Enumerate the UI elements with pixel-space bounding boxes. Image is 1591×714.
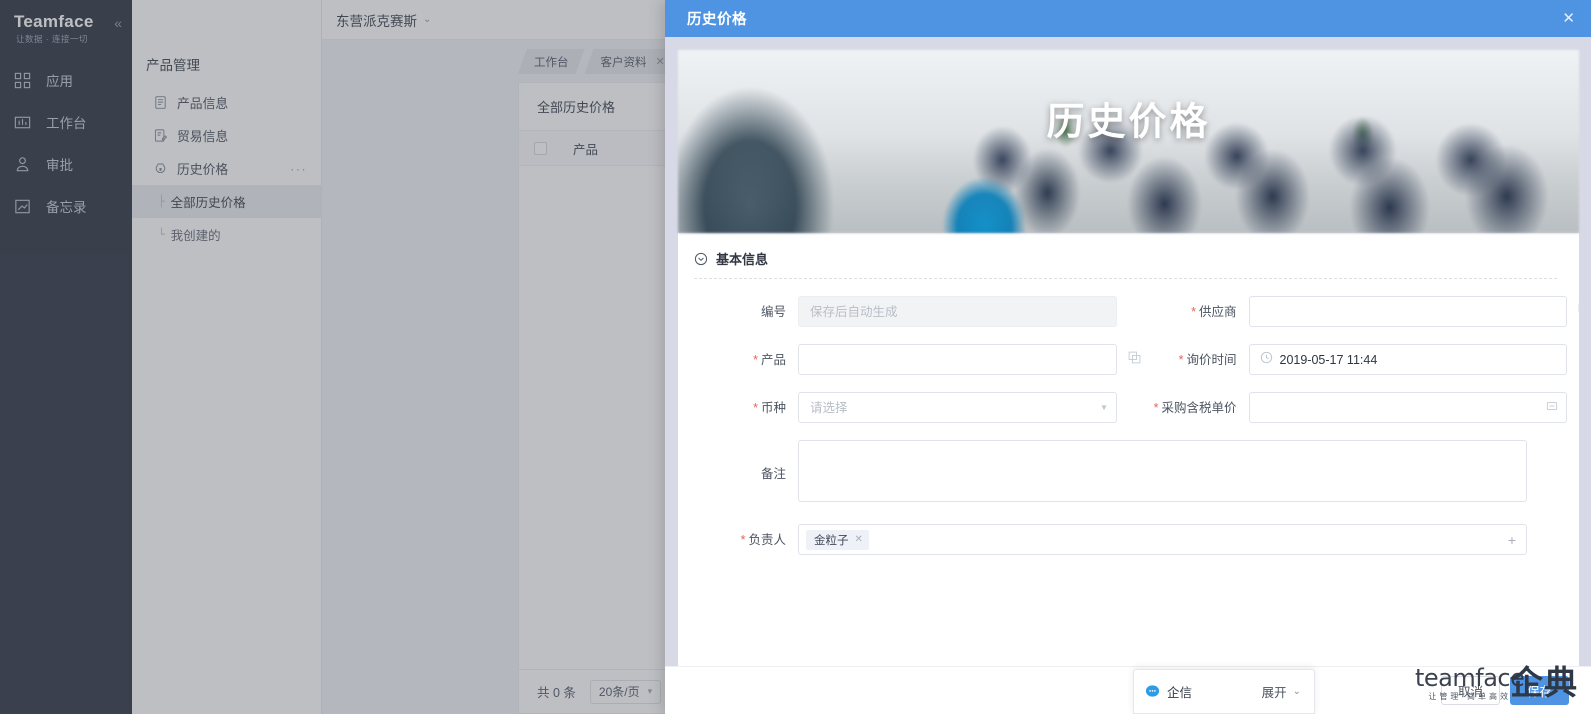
modal-footer: 取消 保存 [665,666,1591,714]
form-row-code-supplier: 编号 *供应商 [678,279,1579,327]
field-product: * 产品 [678,344,1140,375]
cancel-button[interactable]: 取消 [1440,676,1500,705]
banner-title: 历史价格 [1046,101,1211,143]
product-input[interactable] [798,344,1117,375]
chevron-down-icon: ⌄ [1292,686,1301,697]
owner-tag-label: 金粒子 [814,534,849,547]
supplier-input[interactable] [1248,296,1567,327]
link-record-icon[interactable] [1128,351,1141,369]
field-label-remark: 备注 [760,466,786,481]
remark-textarea[interactable] [798,440,1527,502]
modal-title: 历史价格 [687,12,747,28]
plus-icon[interactable]: + [1508,533,1516,547]
unit-price-input[interactable] [1248,392,1567,423]
modal-body: 历史价格 基本信息 编号 保存后自动生成 * 供应商 * 产品 * 询价时间 2… [665,37,1591,666]
inquiry-time-input[interactable] [1248,344,1567,375]
form-row-remark: 备注 [678,423,1579,507]
field-currency: *币种 ▾ [678,392,1129,423]
history-price-modal: 历史价格 ✕ 历史价格 基本信息 编号 保存后自动生成 * 供应商 * 产品 *… [665,0,1591,714]
section-label: 基本信息 [716,252,769,267]
chat-widget-label: 企信 [1167,686,1193,700]
chevron-circle-down-icon [694,252,708,266]
chevron-down-icon[interactable]: ▾ [1101,402,1106,413]
form-card: 基本信息 编号 *供应商 [678,233,1579,666]
required-marker: * [740,532,746,547]
chat-bubble-icon [1145,684,1160,699]
app-root: Teamface 让数据 · 连接一切 « 应用 工作台 审批 备忘录 产品管理… [0,0,1591,714]
close-icon[interactable]: ✕ [1562,11,1575,26]
required-marker: * [1191,304,1196,319]
qixin-chat-widget[interactable]: 企信 展开 ⌄ [1133,669,1315,714]
chat-expand-button[interactable]: 展开 ⌄ [1262,682,1301,701]
form-row-owner: * 负责人 金粒子 ✕ + [678,507,1579,555]
link-record-icon[interactable] [1578,303,1579,321]
modal-header: 历史价格 ✕ [665,0,1591,37]
field-owner: * 负责人 金粒子 ✕ + [678,524,1579,555]
chat-expand-label: 展开 [1261,686,1287,700]
field-code: 编号 [678,296,1129,327]
field-unit-price: * 采购含税单价 [1129,392,1580,423]
field-label-product: * 产品 [753,352,786,367]
owner-tag-input[interactable]: 金粒子 ✕ + [798,524,1527,555]
required-marker: * [1178,352,1184,367]
field-supplier: * 供应商 [1129,296,1579,327]
required-marker: * [1153,400,1159,415]
close-icon[interactable]: ✕ [855,534,863,545]
currency-select[interactable] [798,392,1117,423]
code-input [798,296,1117,327]
field-label-owner: * 负责人 [740,532,786,547]
field-remark: 备注 [678,440,1579,507]
chat-widget-left: 企信 [1145,682,1192,701]
field-label-unit-price: * 采购含税单价 [1153,400,1237,415]
field-label-inquiry-time: * 询价时间 [1178,352,1237,367]
clock-icon [1260,351,1273,369]
required-marker: * [753,400,758,415]
field-label-currency: * 币种 [753,400,786,415]
field-label-supplier: * 供应商 [1191,304,1237,319]
required-marker: * [753,352,758,367]
section-header-basic-info[interactable]: 基本信息 [678,233,1579,278]
form-row-currency-unitprice: *币种 ▾ *采购含税单价 [678,375,1579,423]
form-row-product-inquiry-time: * 产品 * 询价时间 [678,327,1579,375]
field-inquiry-time: * 询价时间 [1129,344,1580,375]
owner-tag[interactable]: 金粒子 ✕ [806,529,869,550]
field-label-code: 编号 [760,304,786,319]
save-button[interactable]: 保存 [1509,676,1569,705]
